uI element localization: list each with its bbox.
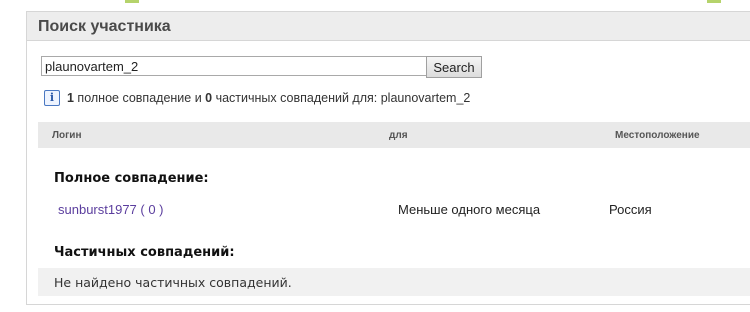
no-partial-results: Не найдено частичных совпадений. xyxy=(38,268,750,296)
full-match-section-title: Полное совпадение: xyxy=(54,171,209,186)
info-icon: i xyxy=(44,90,60,106)
top-accent-mark xyxy=(125,0,139,3)
no-partial-results-text: Не найдено частичных совпадений. xyxy=(54,275,292,290)
member-location: Россия xyxy=(609,202,652,217)
table-row: sunburst1977 ( 0 ) Меньше одного месяца … xyxy=(38,200,750,220)
full-match-count: 1 xyxy=(67,91,74,105)
column-header-for: для xyxy=(389,130,408,141)
member-login: sunburst1977 xyxy=(58,202,137,217)
member-search-panel: Поиск участника Search i 1 полное совпад… xyxy=(26,11,750,305)
member-duration: Меньше одного месяца xyxy=(398,202,541,217)
search-summary: i 1 полное совпадение и 0 частичных совп… xyxy=(44,90,470,106)
column-header-login: Логин xyxy=(52,130,82,141)
partial-match-count: 0 xyxy=(205,91,213,105)
top-accent-mark xyxy=(707,0,721,3)
partial-match-section-title: Частичных совпадений: xyxy=(54,245,235,260)
member-count: ( 0 ) xyxy=(136,202,164,217)
search-input[interactable] xyxy=(41,56,429,76)
results-table-body: Полное совпадение: sunburst1977 ( 0 ) Ме… xyxy=(38,148,750,304)
column-header-location: Местоположение xyxy=(615,130,700,141)
summary-text-mid: полное совпадение и xyxy=(73,91,206,105)
results-table-header: Логин для Местоположение xyxy=(38,122,750,148)
summary-text-end: частичных совпадений для: plaunovartem_2 xyxy=(212,91,471,105)
panel-header: Поиск участника xyxy=(27,12,750,41)
panel-title: Поиск участника xyxy=(38,18,171,35)
search-button[interactable]: Search xyxy=(426,56,482,78)
member-login-link[interactable]: sunburst1977 ( 0 ) xyxy=(58,202,164,217)
